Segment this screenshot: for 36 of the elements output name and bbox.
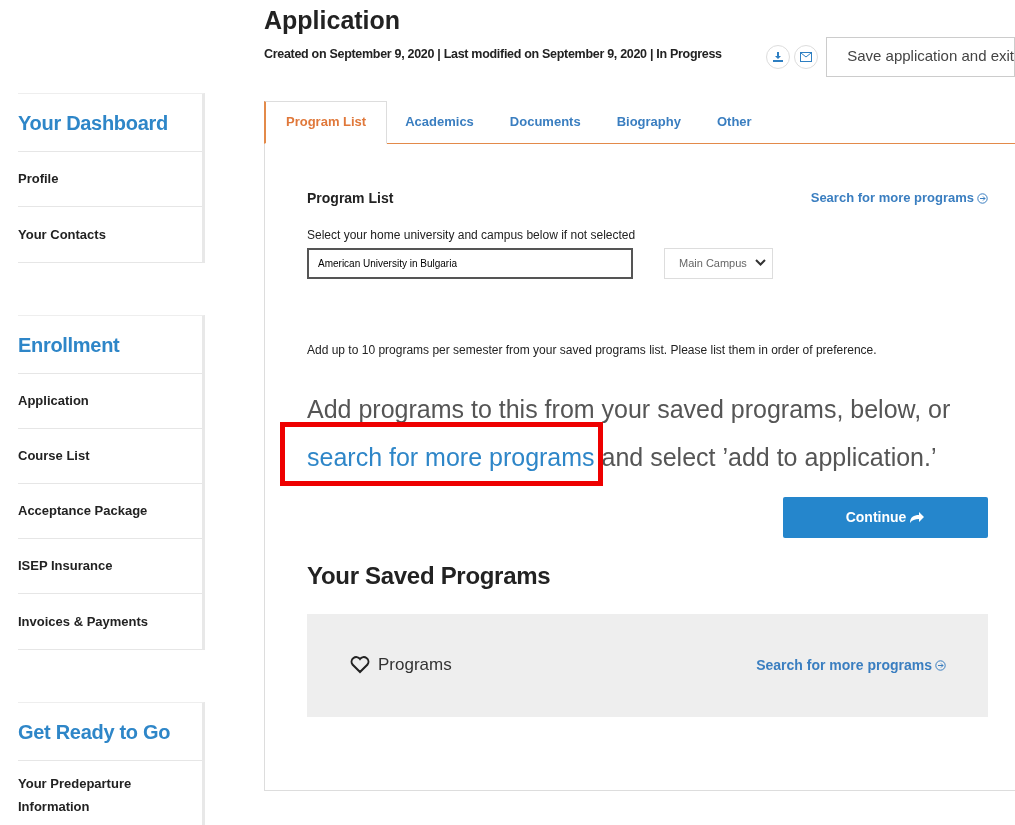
tab[interactable]: Academics bbox=[387, 100, 492, 143]
save-exit-button[interactable]: Save application and exit bbox=[826, 36, 1015, 77]
field-label: Select your home university and campus below if not selected bbox=[307, 226, 637, 244]
arrow-circle-icon bbox=[935, 659, 946, 671]
search-programs-link[interactable]: search for more programs bbox=[307, 442, 595, 471]
sidebar-item[interactable]: Your Contacts bbox=[18, 224, 106, 245]
university-field[interactable]: American University in Bulgaria bbox=[307, 247, 633, 279]
sidebar-item[interactable]: ISEP Insurance bbox=[18, 556, 113, 576]
search-programs-link[interactable]: Search for more programs bbox=[810, 188, 988, 208]
sidebar-heading[interactable]: Enrollment bbox=[18, 329, 120, 360]
tab[interactable]: Documents bbox=[491, 100, 599, 143]
arrow-circle-icon bbox=[977, 192, 988, 204]
sidebar-item[interactable]: Invoices & Payments bbox=[18, 611, 149, 632]
search-programs-link[interactable]: Search for more programs bbox=[756, 654, 946, 676]
chevron-down-icon bbox=[755, 259, 766, 267]
tab[interactable]: Biography bbox=[598, 100, 699, 143]
share-arrow-icon bbox=[909, 510, 926, 524]
saved-programs-heading: Your Saved Programs bbox=[307, 560, 552, 591]
campus-select[interactable]: Main Campus bbox=[664, 247, 773, 279]
programs-label: Programs bbox=[378, 654, 452, 677]
sidebar-item[interactable]: Profile bbox=[18, 169, 59, 189]
sidebar-item[interactable]: Course List bbox=[18, 446, 90, 466]
tab[interactable]: Program List bbox=[264, 100, 388, 144]
sidebar-heading[interactable]: Your Dashboard bbox=[18, 107, 168, 138]
sidebar-item[interactable]: Application bbox=[18, 391, 89, 411]
continue-button[interactable]: Continue bbox=[783, 496, 988, 538]
page-title: Application bbox=[264, 5, 402, 36]
section-heading: Program List bbox=[307, 188, 394, 208]
sidebar-item[interactable]: Your Predeparture Information bbox=[18, 772, 148, 818]
tab[interactable]: Other bbox=[698, 100, 770, 143]
instruction-text: Add up to 10 programs per semester from your saved programs list. Please list them in order of preference. bbox=[307, 341, 878, 359]
sidebar-item[interactable]: Acceptance Package bbox=[18, 501, 148, 521]
sidebar-heading[interactable]: Get Ready to Go bbox=[18, 716, 171, 747]
heart-icon bbox=[350, 656, 370, 674]
application-meta: Created on September 9, 2020 | Last modified on September 9, 2020 | In Progress bbox=[264, 45, 722, 63]
add-programs-prompt: Add programs to this from your saved programs, below, or search for more programs and select ’add to application.’ bbox=[307, 384, 988, 481]
